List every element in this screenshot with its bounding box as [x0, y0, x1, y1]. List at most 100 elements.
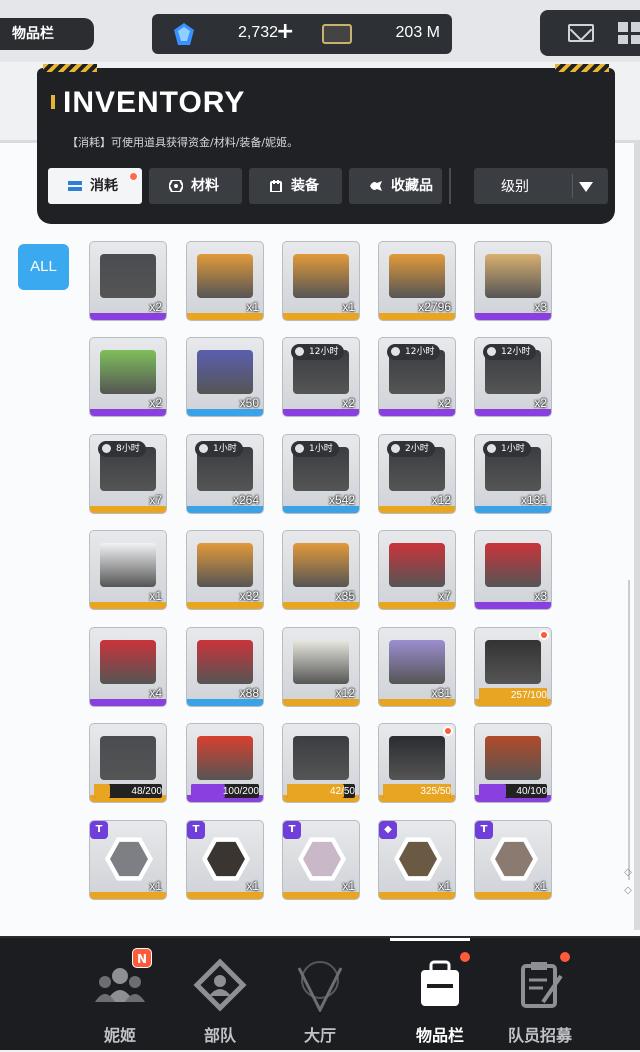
item-image — [389, 736, 445, 780]
inventory-item[interactable]: 1小时 x542 — [282, 434, 360, 514]
inventory-item[interactable]: x3 — [474, 241, 552, 321]
item-image — [100, 736, 156, 780]
credit-icon — [322, 24, 352, 44]
nav-label: 队员招募 — [507, 1026, 572, 1045]
item-type-badge: T — [187, 821, 205, 839]
inventory-item[interactable]: x2 — [89, 241, 167, 321]
item-image — [389, 254, 445, 298]
progress-fill — [479, 784, 506, 798]
tab-divider — [449, 168, 451, 204]
inventory-item[interactable]: x12 — [282, 627, 360, 707]
progress-text: 100/200 — [222, 786, 259, 797]
inventory-item[interactable]: 1小时 x264 — [186, 434, 264, 514]
inventory-item[interactable]: x4 — [89, 627, 167, 707]
item-type-badge: ◆ — [379, 821, 397, 839]
squad-icon — [193, 958, 247, 1012]
sort-label: 级别 — [501, 179, 529, 195]
item-count: x2 — [149, 396, 162, 410]
inventory-item[interactable]: 40/100 — [474, 723, 552, 803]
item-timer: 12小时 — [483, 344, 537, 360]
screen-title: 物品栏 — [0, 18, 94, 50]
nav-recruit[interactable]: 队员招募 — [480, 938, 600, 1052]
item-count: x7 — [438, 589, 451, 603]
sort-divider — [572, 174, 573, 198]
tab-label: 材料 — [191, 178, 219, 194]
item-count: x264 — [232, 493, 259, 507]
inventory-item[interactable]: x1 — [282, 241, 360, 321]
sort-dropdown[interactable]: 级别 — [474, 168, 608, 204]
rarity-bar — [379, 506, 455, 513]
tab-label: 装备 — [291, 178, 319, 194]
inventory-item[interactable]: x1 — [186, 241, 264, 321]
menu-grid-icon[interactable] — [618, 22, 640, 44]
item-count: x50 — [239, 396, 259, 410]
rarity-bar — [475, 602, 551, 609]
filter-all-button[interactable]: ALL — [18, 244, 69, 290]
item-count: x2796 — [418, 300, 451, 314]
inventory-item[interactable]: x88 — [186, 627, 264, 707]
item-image — [293, 543, 349, 587]
item-count: x1 — [342, 300, 355, 314]
inventory-item[interactable]: 325/50 — [378, 723, 456, 803]
item-image — [485, 543, 541, 587]
gem-icon — [174, 23, 194, 45]
inventory-item[interactable]: 1小时 x131 — [474, 434, 552, 514]
top-right-panel — [540, 10, 640, 56]
notification-dot — [443, 726, 453, 736]
item-type-badge: T — [90, 821, 108, 839]
buy-gems-button[interactable]: + — [276, 19, 294, 44]
collectible-icon — [370, 181, 382, 191]
inventory-item[interactable]: Tx1 — [282, 820, 360, 900]
tab-collectibles[interactable]: 收藏品 — [349, 168, 442, 204]
inventory-item[interactable]: x32 — [186, 530, 264, 610]
hazard-stripe — [555, 64, 609, 72]
inventory-item[interactable]: x35 — [282, 530, 360, 610]
inventory-item[interactable]: Tx1 — [186, 820, 264, 900]
item-count: x12 — [335, 686, 355, 700]
item-image — [293, 640, 349, 684]
rarity-bar — [283, 506, 359, 513]
inventory-item[interactable]: 12小时 x2 — [282, 337, 360, 417]
tab-label: 收藏品 — [391, 178, 433, 194]
inventory-item[interactable]: 48/200 — [89, 723, 167, 803]
inventory-item[interactable]: ◆ x1 — [378, 820, 456, 900]
tab-equipment[interactable]: 装备 — [249, 168, 342, 204]
tab-consumables[interactable]: 消耗 — [48, 168, 142, 204]
inventory-item[interactable]: x7 — [378, 530, 456, 610]
inventory-item[interactable]: x31 — [378, 627, 456, 707]
inventory-item[interactable]: Tx1 — [474, 820, 552, 900]
item-count: x4 — [149, 686, 162, 700]
scrollbar[interactable] — [628, 580, 630, 880]
backpack-icon — [421, 960, 459, 1006]
inventory-item[interactable]: 257/100 — [474, 627, 552, 707]
inventory-item[interactable]: Tx1 — [89, 820, 167, 900]
inventory-item[interactable]: 42/50 — [282, 723, 360, 803]
inventory-item[interactable]: x2 — [89, 337, 167, 417]
inventory-item[interactable]: x2796 — [378, 241, 456, 321]
new-badge: N — [132, 948, 152, 968]
inventory-item[interactable]: x50 — [186, 337, 264, 417]
item-image — [485, 254, 541, 298]
rarity-bar — [283, 699, 359, 706]
inventory-item[interactable]: 100/200 — [186, 723, 264, 803]
tab-materials[interactable]: 材料 — [149, 168, 242, 204]
gem-amount: 2,732 — [238, 24, 279, 41]
inventory-item[interactable]: 8小时 x7 — [89, 434, 167, 514]
rarity-bar — [475, 892, 551, 899]
inventory-item[interactable]: x3 — [474, 530, 552, 610]
item-image — [389, 543, 445, 587]
rarity-bar — [90, 409, 166, 416]
item-image — [197, 640, 253, 684]
inventory-item[interactable]: 12小时 x2 — [378, 337, 456, 417]
progress-text: 257/100 — [510, 690, 547, 701]
item-count: x1 — [342, 879, 355, 893]
item-count: x3 — [534, 589, 547, 603]
mail-icon[interactable] — [568, 24, 594, 42]
nav-lobby[interactable]: 大厅 — [260, 938, 380, 1052]
item-image — [293, 736, 349, 780]
item-image — [485, 736, 541, 780]
inventory-item[interactable]: 12小时 x2 — [474, 337, 552, 417]
rarity-bar — [379, 313, 455, 320]
inventory-item[interactable]: 2小时 x12 — [378, 434, 456, 514]
inventory-item[interactable]: x1 — [89, 530, 167, 610]
